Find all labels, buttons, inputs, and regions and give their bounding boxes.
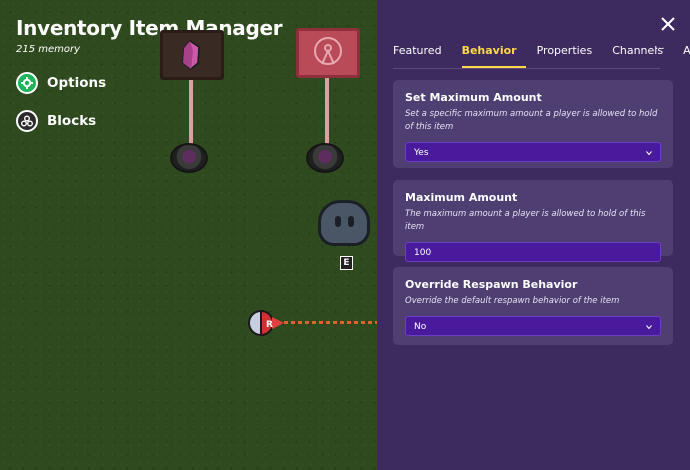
game-world-view[interactable]: Inventory Item Manager 215 memory Option… <box>0 0 377 470</box>
device-title: Inventory Item Manager <box>16 16 283 40</box>
teleporter-pad[interactable] <box>306 143 344 173</box>
setting-title: Set Maximum Amount <box>405 91 542 104</box>
crystal-icon <box>182 40 200 70</box>
laser-beam <box>284 321 377 324</box>
interact-key-hint: E <box>340 256 353 270</box>
setting-card-set-max-amount: Set Maximum Amount Set a specific maximu… <box>393 80 673 168</box>
select-value: Yes <box>414 148 429 158</box>
gear-icon <box>16 72 38 94</box>
setting-title: Override Respawn Behavior <box>405 278 578 291</box>
more-tabs-button[interactable]: ··· <box>655 44 665 55</box>
select-value: No <box>414 322 427 332</box>
memory-label: 215 memory <box>16 44 81 55</box>
chevron-down-icon <box>646 325 652 330</box>
tab-behavior[interactable]: Behavior <box>461 44 526 68</box>
options-button[interactable]: Options <box>16 72 106 94</box>
setting-card-override-respawn: Override Respawn Behavior Override the d… <box>393 267 673 345</box>
blocks-icon <box>16 110 38 132</box>
setting-description: The maximum amount a player is allowed t… <box>405 209 646 232</box>
chevron-down-icon <box>646 151 652 156</box>
device-settings-panel: Featured Behavior Properties Channels A … <box>377 0 690 470</box>
options-label: Options <box>47 75 107 91</box>
sign-pole <box>189 80 193 148</box>
player-character <box>318 200 370 246</box>
set-max-amount-select[interactable]: Yes <box>405 142 661 162</box>
setting-title: Maximum Amount <box>405 191 518 204</box>
blocks-label: Blocks <box>47 113 97 129</box>
blocks-button[interactable]: Blocks <box>16 110 96 132</box>
item-sign <box>160 30 224 80</box>
tab-featured[interactable]: Featured <box>393 44 451 68</box>
sign-pole <box>325 78 329 148</box>
override-respawn-select[interactable]: No <box>405 316 661 336</box>
setting-card-max-amount: Maximum Amount The maximum amount a play… <box>393 180 673 262</box>
character-eye <box>348 216 354 227</box>
tab-properties[interactable]: Properties <box>537 44 602 68</box>
svg-text:R: R <box>266 320 273 330</box>
tab-overflow[interactable]: A <box>683 44 690 68</box>
setting-description: Override the default respawn behavior of… <box>405 296 620 306</box>
settings-tabs: Featured Behavior Properties Channels A <box>393 44 690 69</box>
laser-emitter-icon[interactable]: R <box>246 308 288 338</box>
setting-description: Set a specific maximum amount a player i… <box>405 109 658 132</box>
input-value: 100 <box>414 248 432 258</box>
close-icon[interactable] <box>660 16 676 32</box>
max-amount-input[interactable]: 100 <box>405 242 661 262</box>
tower-icon <box>314 37 342 65</box>
item-spawn-pad[interactable] <box>170 143 208 173</box>
character-eye <box>335 216 341 227</box>
broadcast-sign <box>296 28 360 78</box>
